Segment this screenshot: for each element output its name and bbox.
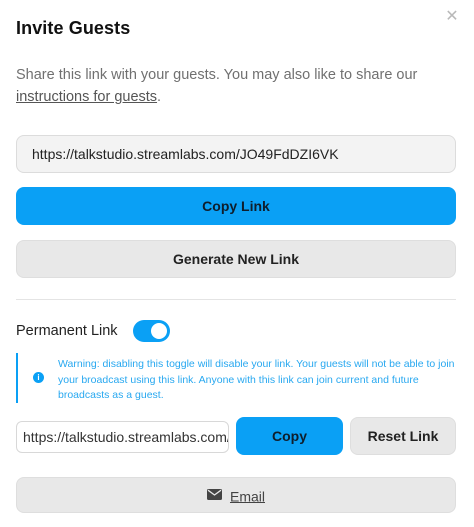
divider xyxy=(16,299,456,300)
instructions-link[interactable]: instructions for guests xyxy=(16,89,157,105)
dialog-description: Share this link with your guests. You ma… xyxy=(16,64,456,108)
info-icon: i xyxy=(33,372,44,383)
warning-text: Warning: disabling this toggle will disa… xyxy=(58,358,455,401)
description-text: Share this link with your guests. You ma… xyxy=(16,67,418,83)
permanent-link-toggle[interactable] xyxy=(133,320,170,342)
envelope-icon xyxy=(206,478,222,512)
copy-button[interactable]: Copy xyxy=(236,417,343,455)
description-suffix: . xyxy=(157,89,162,105)
dialog-title: Invite Guests xyxy=(16,18,131,38)
close-icon[interactable]: ✕ xyxy=(443,8,461,26)
toggle-knob xyxy=(151,323,167,339)
permanent-link-label: Permanent Link xyxy=(16,323,118,339)
generate-new-link-button[interactable]: Generate New Link xyxy=(16,240,456,278)
email-button[interactable]: Email xyxy=(16,477,456,513)
permanent-url-field[interactable]: https://talkstudio.streamlabs.com/JO49Fd… xyxy=(16,421,229,453)
copy-link-button[interactable]: Copy Link xyxy=(16,187,456,225)
warning-callout: i Warning: disabling this toggle will di… xyxy=(16,353,456,403)
email-label: Email xyxy=(229,488,265,505)
invite-guests-dialog: Invite Guests ✕ Share this link with you… xyxy=(0,0,474,527)
reset-link-button[interactable]: Reset Link xyxy=(350,417,456,455)
invite-url-field[interactable]: https://talkstudio.streamlabs.com/JO49Fd… xyxy=(16,135,456,173)
